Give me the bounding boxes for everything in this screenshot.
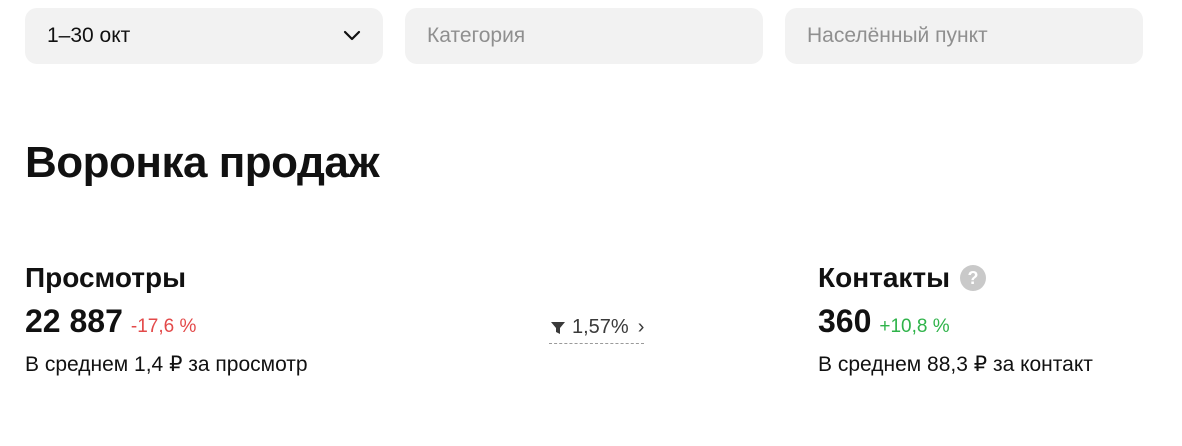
views-delta: -17,6 % (130, 316, 197, 337)
contacts-value-row: 360 +10,8 % (818, 303, 1093, 340)
contacts-block: Контакты ? 360 +10,8 % В среднем 88,3 ₽ … (818, 262, 1093, 377)
conversion-value: 1,57% (572, 316, 629, 338)
contacts-delta: +10,8 % (879, 316, 950, 337)
views-average: В среднем 1,4 ₽ за просмотр (25, 353, 308, 376)
page-title: Воронка продаж (25, 138, 380, 187)
period-select-value: 1–30 окт (47, 24, 131, 47)
funnel-icon (549, 319, 567, 337)
category-placeholder: Категория (427, 24, 526, 47)
locality-select[interactable]: Населённый пункт (785, 8, 1143, 64)
views-block: Просмотры 22 887 -17,6 % В среднем 1,4 ₽… (25, 262, 308, 377)
locality-placeholder: Населённый пункт (807, 24, 988, 47)
contacts-value: 360 (818, 303, 872, 339)
contacts-average: В среднем 88,3 ₽ за контакт (818, 353, 1093, 376)
contacts-heading-row: Контакты ? (818, 262, 1093, 294)
views-heading: Просмотры (25, 262, 187, 293)
chevron-right-icon: › (637, 316, 645, 338)
views-value: 22 887 (25, 303, 123, 339)
help-icon[interactable]: ? (960, 265, 987, 291)
chevron-down-icon (341, 25, 363, 47)
contacts-heading: Контакты (818, 262, 951, 293)
conversion-link[interactable]: 1,57% › (549, 316, 645, 344)
filters-bar: 1–30 окт Категория Населённый пункт (25, 8, 1143, 64)
category-select[interactable]: Категория (405, 8, 763, 64)
views-value-row: 22 887 -17,6 % (25, 303, 308, 340)
period-select[interactable]: 1–30 окт (25, 8, 383, 64)
